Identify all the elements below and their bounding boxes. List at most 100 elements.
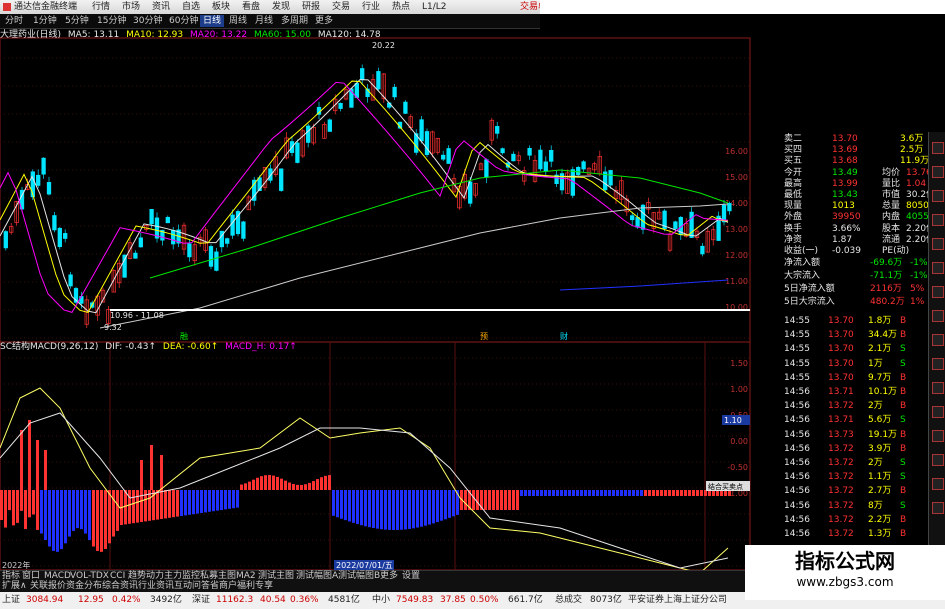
macd-bar: [428, 490, 431, 525]
tick-volume: 2万: [868, 458, 883, 468]
flow-value: 2116万: [870, 284, 902, 294]
tick-volume: 9.7万: [868, 372, 892, 383]
index-amount: 4581亿: [328, 595, 360, 605]
quote-value: 3.66%: [832, 223, 861, 234]
macd-bar: [224, 490, 227, 510]
flow-pct: 1%: [910, 297, 925, 307]
menu-item-industry[interactable]: 行业: [362, 0, 380, 14]
tick-price: 13.73: [828, 429, 854, 440]
extension-tab[interactable]: 资金分布: [66, 581, 102, 592]
sidebar-icon[interactable]: [932, 382, 944, 394]
macd-bar: [528, 490, 531, 496]
macd-bar: [620, 490, 623, 496]
menu-item-watchlist[interactable]: 自选: [182, 0, 200, 14]
macd-bar: [344, 490, 347, 521]
candle-body: [424, 131, 430, 155]
sidebar-icon[interactable]: [932, 454, 944, 466]
macd-bar: [652, 490, 655, 496]
extension-tab[interactable]: 扩展∧: [2, 581, 27, 592]
macd-bar: [380, 490, 383, 530]
macd-bar: [624, 490, 627, 496]
period-tab[interactable]: 分时: [2, 15, 26, 27]
tick-price: 13.72: [828, 500, 854, 511]
quote-label: 换手: [784, 223, 803, 234]
sidebar-icon[interactable]: [932, 430, 944, 442]
menu-item-level[interactable]: L1/L2: [422, 0, 447, 14]
index-label[interactable]: 深证: [192, 592, 210, 609]
macd-bar: [160, 455, 163, 490]
sidebar-icon[interactable]: [932, 142, 944, 154]
menu-item-research[interactable]: 研报: [302, 0, 320, 14]
menu-item-market[interactable]: 行情: [92, 0, 110, 14]
menu-item-view[interactable]: 看盘: [242, 0, 260, 14]
index-label[interactable]: 中小: [372, 592, 390, 609]
sidebar-icon[interactable]: [932, 190, 944, 202]
sidebar-icon[interactable]: [932, 238, 944, 250]
period-tab[interactable]: 周线: [226, 15, 250, 27]
extension-tab[interactable]: 综合资讯: [102, 581, 138, 592]
tick-price: 13.70: [828, 344, 854, 355]
quote-value: 1.87: [832, 234, 853, 245]
extension-tab[interactable]: 互动问答: [174, 581, 210, 592]
tick-volume: 1.1万: [868, 472, 892, 483]
watermark: 指标公式网 www.zbgs3.com: [745, 545, 945, 600]
sidebar-icon[interactable]: [932, 502, 944, 514]
period-tab[interactable]: 5分钟: [62, 15, 92, 27]
tick-time: 14:55: [784, 316, 810, 326]
macd-bar: [28, 420, 31, 490]
sidebar-icon[interactable]: [932, 262, 944, 274]
period-tab[interactable]: 月线: [252, 15, 276, 27]
sidebar-icon[interactable]: [932, 334, 944, 346]
sidebar-icon[interactable]: [932, 358, 944, 370]
sidebar-icon[interactable]: [932, 286, 944, 298]
index-label[interactable]: 上证: [2, 592, 20, 609]
blank-area: [540, 0, 945, 14]
menu-item-discover[interactable]: 发现: [272, 0, 290, 14]
tick-time: 14:56: [784, 472, 810, 483]
menu-item-hot[interactable]: 热点: [392, 0, 410, 14]
period-tab-active[interactable]: 日线: [200, 15, 225, 27]
period-tab[interactable]: 1分钟: [30, 15, 60, 27]
macd-bar: [504, 490, 507, 510]
tick-row: 14:56 13.71 10.1万 B: [784, 387, 945, 398]
sidebar-icon[interactable]: [932, 310, 944, 322]
period-tab[interactable]: 15分钟: [94, 15, 129, 27]
tick-price: 13.70: [828, 330, 854, 341]
quote-label2: 量比: [882, 178, 901, 189]
candle-body: [527, 148, 532, 156]
period-tab[interactable]: 多周期: [278, 15, 311, 27]
extension-tab[interactable]: 省商户福利专享: [210, 581, 273, 592]
macd-bar: [20, 430, 23, 490]
quote-label2: PE(动): [882, 246, 910, 256]
macd-bar: [108, 490, 111, 544]
macd-bar: [444, 490, 447, 520]
extension-tab[interactable]: 关联报价: [30, 581, 66, 592]
menu-item-news[interactable]: 资讯: [152, 0, 170, 14]
macd-tick: -0.50: [727, 463, 748, 472]
menu-item-sector[interactable]: 板块: [212, 0, 230, 14]
period-tab[interactable]: 30分钟: [130, 15, 165, 27]
kline-chart[interactable]: 16.0015.0014.0013.0012.0011.0010.001.501…: [0, 28, 752, 570]
candle-body: [392, 86, 397, 98]
macd-bar: [160, 490, 163, 519]
period-tab[interactable]: 更多: [312, 15, 336, 27]
sidebar-icon[interactable]: [932, 406, 944, 418]
macd-bar: [56, 490, 59, 552]
period-tab[interactable]: 60分钟: [166, 15, 201, 27]
macd-bar: [32, 490, 35, 515]
menu-item-market2[interactable]: 市场: [122, 0, 140, 14]
extension-tab[interactable]: 行业资讯: [138, 581, 174, 592]
ma20-line: [0, 81, 729, 313]
sidebar-icon[interactable]: [932, 214, 944, 226]
index-change: 40.54: [260, 595, 286, 605]
macd-value-tag: 1.10: [724, 416, 742, 425]
macd-bar: [208, 490, 211, 512]
macd-bar: [96, 490, 99, 551]
quote-label2: 内盘: [882, 212, 901, 223]
sidebar-icon[interactable]: [932, 478, 944, 490]
menu-item-trade[interactable]: 交易: [332, 0, 350, 14]
quote-label: 买五: [784, 156, 803, 167]
macd-bar: [40, 490, 43, 534]
sidebar-icon[interactable]: [932, 166, 944, 178]
tick-time: 14:55: [784, 330, 810, 341]
